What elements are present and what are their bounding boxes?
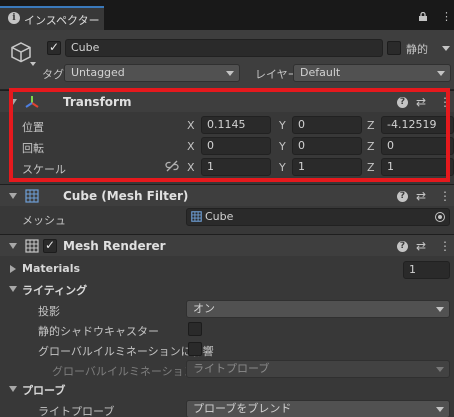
object-header: Cube 静的 タグ Untagged レイヤー Default (0, 30, 454, 90)
axis-y-label[interactable]: Y (279, 119, 286, 132)
scale-y-field[interactable]: 1 (292, 158, 362, 176)
mesh-label: メッシュ (22, 214, 66, 227)
cast-shadows-dropdown[interactable]: オン (186, 300, 450, 318)
chevron-down-icon (436, 307, 444, 312)
scale-x-field[interactable]: 1 (201, 158, 271, 176)
rotation-label: 回転 (22, 142, 44, 155)
static-shadow-caster-label: 静的シャドウキャスター (38, 325, 159, 338)
constrain-proportions-icon[interactable] (165, 159, 179, 173)
lighting-label[interactable]: ライティング (22, 282, 87, 298)
mesh-renderer-header[interactable]: Mesh Renderer ? ⇄ ⋮ (0, 234, 454, 256)
mesh-object-field[interactable]: Cube (186, 208, 450, 226)
layer-dropdown[interactable]: Default (293, 64, 451, 82)
mesh-grid-icon (191, 211, 202, 222)
axis-z-label[interactable]: Z (367, 119, 375, 132)
mesh-grid-icon (25, 189, 39, 203)
axis-z-label[interactable]: Z (367, 161, 375, 174)
scale-z-field[interactable]: 1 (381, 158, 454, 176)
transform-axes-icon (25, 96, 39, 108)
presets-icon[interactable]: ⇄ (416, 240, 426, 252)
position-y-field[interactable]: 0 (292, 116, 362, 134)
inspector-tab-bar: i インスペクター ⋮ (0, 0, 454, 30)
mesh-renderer-title: Mesh Renderer (63, 239, 166, 253)
light-probes-dropdown[interactable]: プローブをブレンド (186, 400, 450, 417)
axis-y-label[interactable]: Y (279, 140, 286, 153)
cube-icon (11, 42, 31, 63)
position-z-field[interactable]: -4.12519 (381, 116, 454, 134)
axis-z-label[interactable]: Z (367, 140, 375, 153)
chevron-down-icon (436, 367, 444, 372)
rotation-z-field[interactable]: 0 (381, 137, 454, 155)
layer-value: Default (300, 66, 341, 79)
foldout-arrow-icon[interactable] (9, 99, 17, 105)
help-icon[interactable]: ? (397, 97, 408, 108)
probes-foldout-icon[interactable] (9, 386, 17, 392)
foldout-arrow-icon[interactable] (9, 243, 17, 249)
mesh-value: Cube (205, 210, 234, 223)
mesh-filter-title: Cube (Mesh Filter) (63, 189, 189, 203)
static-label: 静的 (406, 43, 428, 56)
object-name-field[interactable]: Cube (65, 39, 383, 57)
object-picker-icon[interactable] (435, 212, 445, 222)
position-x-field[interactable]: 0.1145 (201, 116, 271, 134)
component-menu-icon[interactable]: ⋮ (439, 190, 451, 202)
static-checkbox[interactable] (387, 41, 401, 55)
axis-x-label[interactable]: X (187, 161, 195, 174)
light-probes-value: プローブをブレンド (193, 402, 292, 415)
materials-foldout-icon[interactable] (10, 265, 16, 273)
mesh-renderer-icon (25, 239, 39, 253)
tag-label: タグ (42, 68, 64, 81)
rotation-y-field[interactable]: 0 (292, 137, 362, 155)
position-label: 位置 (22, 121, 44, 134)
cast-shadows-label: 投影 (38, 305, 60, 318)
rotation-x-field[interactable]: 0 (201, 137, 271, 155)
receive-gi-dropdown: ライトプローブ (186, 360, 450, 378)
materials-count-field[interactable]: 1 (403, 261, 450, 279)
scale-label: スケール (22, 163, 66, 176)
transform-header[interactable]: Transform ? ⇄ ⋮ (0, 90, 454, 112)
info-icon: i (8, 12, 20, 24)
chevron-down-icon (226, 71, 234, 76)
tab-menu-icon[interactable]: ⋮ (441, 11, 452, 22)
axis-x-label[interactable]: X (187, 140, 195, 153)
lock-icon[interactable] (418, 12, 428, 21)
mesh-renderer-enabled-checkbox[interactable] (43, 238, 57, 253)
foldout-arrow-icon[interactable] (9, 193, 17, 199)
presets-icon[interactable]: ⇄ (416, 190, 426, 202)
component-menu-icon[interactable]: ⋮ (439, 240, 451, 252)
icon-dropdown-arrow[interactable] (30, 62, 36, 66)
transform-title: Transform (63, 95, 132, 109)
help-icon[interactable]: ? (397, 241, 408, 252)
static-shadow-caster-checkbox[interactable] (188, 322, 202, 336)
presets-icon[interactable]: ⇄ (416, 96, 426, 108)
tab-inspector-label: インスペクター (24, 14, 100, 27)
lighting-foldout-icon[interactable] (9, 286, 17, 292)
tag-dropdown[interactable]: Untagged (64, 64, 240, 82)
component-menu-icon[interactable]: ⋮ (439, 96, 451, 108)
receive-gi-value: ライトプローブ (193, 362, 270, 375)
active-checkbox[interactable] (47, 40, 61, 55)
light-probes-label: ライトプローブ (38, 405, 115, 417)
probes-label[interactable]: プローブ (22, 382, 65, 398)
axis-x-label[interactable]: X (187, 119, 195, 132)
chevron-down-icon (436, 407, 444, 412)
chevron-down-icon (437, 71, 445, 76)
mesh-filter-header[interactable]: Cube (Mesh Filter) ? ⇄ ⋮ (0, 184, 454, 206)
tag-value: Untagged (71, 66, 125, 79)
receive-gi-label: グローバルイルミネーションを受 (52, 365, 186, 378)
contribute-gi-checkbox[interactable] (188, 342, 202, 356)
materials-label[interactable]: Materials (22, 262, 80, 275)
cast-shadows-value: オン (193, 302, 215, 315)
tab-inspector[interactable]: i インスペクター (0, 6, 104, 30)
axis-y-label[interactable]: Y (279, 161, 286, 174)
static-dropdown-arrow[interactable] (442, 46, 450, 51)
help-icon[interactable]: ? (397, 191, 408, 202)
